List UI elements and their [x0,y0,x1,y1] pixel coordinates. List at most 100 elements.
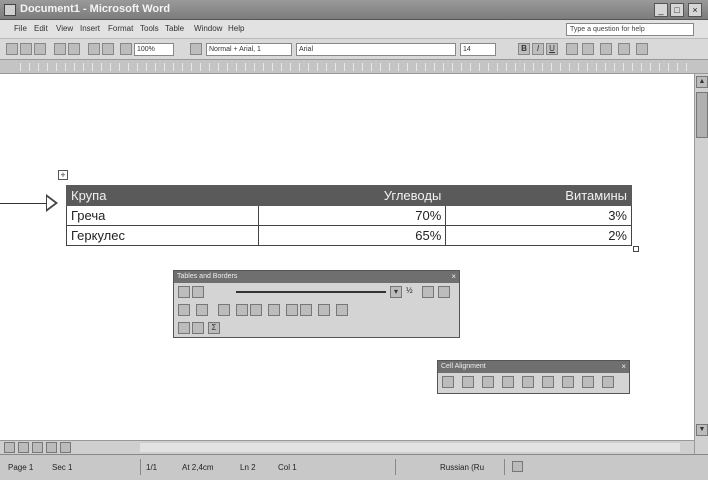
scroll-track[interactable] [140,443,680,452]
table-resize-handle[interactable] [633,246,639,252]
shading-color-icon[interactable] [438,286,450,298]
close-icon[interactable]: × [621,361,626,373]
data-table: Крупа Углеводы Витамины Греча 70% 3% Гер… [66,185,632,246]
merge-cells-icon[interactable] [236,304,248,316]
toolbar-title[interactable]: Tables and Borders × [174,271,459,283]
table-cell[interactable]: 65% [257,225,447,246]
status-pages: 1/1 [146,463,158,472]
font-select[interactable]: Arial [296,43,456,56]
undo-icon[interactable] [54,43,66,55]
scroll-thumb[interactable] [696,92,708,138]
distribute-rows-icon[interactable] [286,304,298,316]
horizontal-ruler[interactable] [0,60,708,74]
styles-pane-icon[interactable] [190,43,202,55]
style-select[interactable]: Normal + Arial, 1 [206,43,292,56]
border-color-icon[interactable] [422,286,434,298]
font-size-select[interactable]: 14 [460,43,496,56]
dropdown-icon[interactable]: ▾ [390,286,402,298]
sort-ascending-icon[interactable] [178,322,190,334]
horizontal-scrollbar[interactable] [0,440,694,454]
open-folder-icon[interactable] [20,43,32,55]
menu-window[interactable]: Window [194,24,222,33]
table-cell[interactable]: 2% [445,225,632,246]
table-row[interactable]: Греча 70% 3% [66,205,632,226]
line-weight-select[interactable]: ½ [406,286,413,295]
align-center-icon[interactable] [522,376,534,388]
print-layout-view-icon[interactable] [32,442,43,453]
align-bottom-center-icon[interactable] [582,376,594,388]
tables-borders-icon[interactable] [600,43,612,55]
toolbar-row: Σ [174,319,459,337]
align-bottom-right-icon[interactable] [602,376,614,388]
show-formatting-icon[interactable] [120,43,132,55]
table-header-row[interactable]: Крупа Углеводы Витамины [66,185,632,206]
maximize-button[interactable]: □ [670,3,684,17]
table-cell[interactable]: 3% [445,205,632,226]
header-cell[interactable]: Углеводы [257,185,447,206]
columns-icon[interactable] [102,43,114,55]
menu-file[interactable]: File [14,24,27,33]
bold-button[interactable]: B [518,43,530,55]
menu-format[interactable]: Format [108,24,133,33]
align-center-right-icon[interactable] [542,376,554,388]
table-cell[interactable]: 70% [257,205,447,226]
menu-help[interactable]: Help [228,24,244,33]
line-style-select[interactable] [236,291,386,293]
autoformat-icon[interactable] [318,304,330,316]
italic-button[interactable]: I [532,43,544,55]
reading-view-icon[interactable] [60,442,71,453]
align-top-left-icon[interactable] [442,376,454,388]
vertical-scrollbar[interactable]: ▲ ▼ [694,74,708,454]
table-move-handle-icon[interactable]: + [58,170,68,180]
eraser-icon[interactable] [192,286,204,298]
autosum-icon[interactable]: Σ [208,322,220,334]
table-row[interactable]: Геркулес 65% 2% [66,225,632,246]
status-divider [395,459,396,475]
close-icon[interactable]: × [451,271,456,283]
web-layout-view-icon[interactable] [18,442,29,453]
align-left-icon[interactable] [566,43,578,55]
font-color-icon[interactable] [636,43,648,55]
row-select-pointer-icon [46,194,58,212]
menu-tools[interactable]: Tools [140,24,159,33]
distribute-columns-icon[interactable] [300,304,312,316]
scroll-up-icon[interactable]: ▲ [696,76,708,88]
highlight-icon[interactable] [618,43,630,55]
text-direction-icon[interactable] [336,304,348,316]
sort-descending-icon[interactable] [192,322,204,334]
borders-icon[interactable] [178,304,190,316]
align-top-right-icon[interactable] [482,376,494,388]
word-app-icon[interactable] [4,4,16,16]
insert-table-icon[interactable] [88,43,100,55]
scroll-down-icon[interactable]: ▼ [696,424,708,436]
normal-view-icon[interactable] [4,442,15,453]
new-document-icon[interactable] [6,43,18,55]
toolbar-title[interactable]: Cell Alignment × [438,361,629,373]
help-search-box[interactable]: Type a question for help [566,23,694,36]
align-bottom-left-icon[interactable] [562,376,574,388]
table-cell[interactable]: Геркулес [66,225,259,246]
header-cell[interactable]: Витамины [445,185,632,206]
align-center-icon[interactable] [582,43,594,55]
menu-view[interactable]: View [56,24,73,33]
redo-icon[interactable] [68,43,80,55]
split-cells-icon[interactable] [250,304,262,316]
align-top-center-icon[interactable] [462,376,474,388]
table-cell[interactable]: Греча [66,205,259,226]
menu-insert[interactable]: Insert [80,24,100,33]
shading-icon[interactable] [196,304,208,316]
insert-table-icon[interactable] [218,304,230,316]
draw-table-icon[interactable] [178,286,190,298]
close-button[interactable]: × [688,3,702,17]
spelling-status-icon[interactable] [512,461,523,472]
minimize-button[interactable]: _ [654,3,668,17]
menu-table[interactable]: Table [165,24,184,33]
align-center-left-icon[interactable] [502,376,514,388]
zoom-select[interactable]: 100% [134,43,174,56]
header-cell[interactable]: Крупа [66,185,259,206]
outline-view-icon[interactable] [46,442,57,453]
menu-edit[interactable]: Edit [34,24,48,33]
save-icon[interactable] [34,43,46,55]
align-icon[interactable] [268,304,280,316]
underline-button[interactable]: U [546,43,558,55]
